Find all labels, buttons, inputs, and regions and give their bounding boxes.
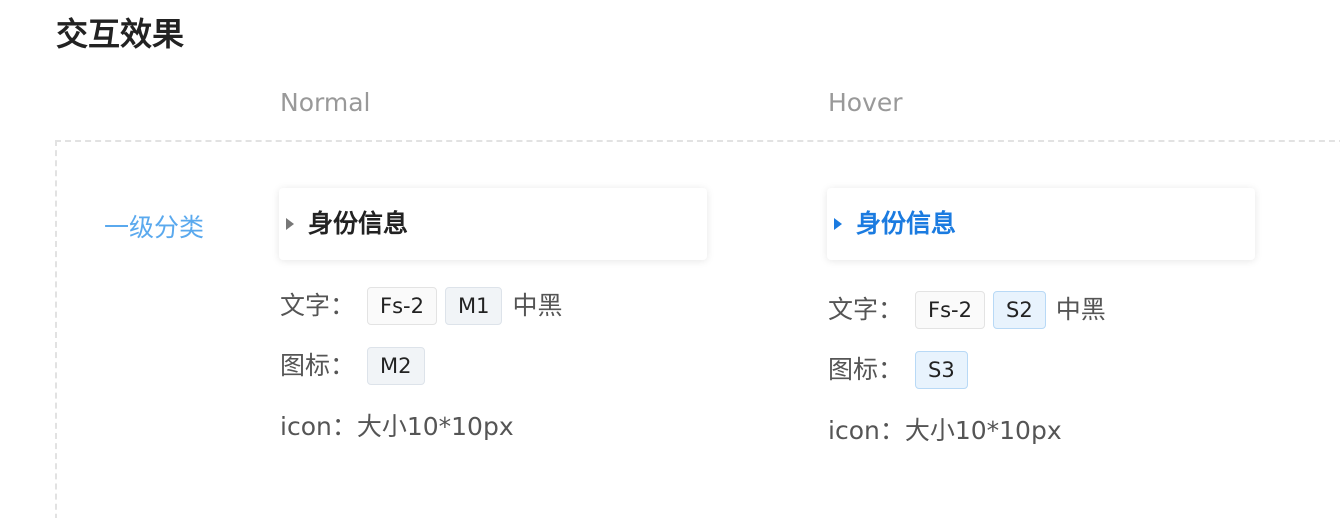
section-title: 交互效果: [56, 15, 185, 53]
caret-right-icon: [834, 218, 842, 230]
interaction-effects-page: 交互效果 Normal Hover 一级分类 身份信息 文字： Fs-2 M1 …: [0, 0, 1340, 518]
normal-text-spec: 文字： Fs-2 M1 中黑: [280, 287, 562, 325]
font-color-tag: M1: [444, 287, 503, 325]
font-weight-text: 中黑: [512, 291, 563, 320]
column-header-normal: Normal: [280, 88, 371, 117]
font-weight-text: 中黑: [1055, 295, 1106, 324]
font-size-tag: Fs-2: [915, 291, 985, 329]
font-size-tag: Fs-2: [367, 287, 437, 325]
hover-icon-spec: 图标： S3: [828, 351, 976, 389]
font-color-tag: S2: [992, 291, 1046, 329]
icon-spec-label: 图标：: [280, 351, 356, 380]
caret-right-icon: [286, 218, 294, 230]
category-item-label: 身份信息: [856, 209, 957, 238]
icon-spec-label: 图标：: [828, 355, 904, 384]
category-item-normal[interactable]: 身份信息: [279, 188, 707, 260]
category-item-hover[interactable]: 身份信息: [827, 188, 1255, 260]
text-spec-label: 文字：: [280, 291, 356, 320]
category-item-label: 身份信息: [308, 209, 409, 238]
normal-icon-spec: 图标： M2: [280, 347, 433, 385]
hover-icon-size-spec: icon：大小10*10px: [828, 416, 1062, 445]
column-header-hover: Hover: [828, 88, 903, 117]
icon-color-tag: S3: [915, 351, 968, 389]
normal-icon-size-spec: icon：大小10*10px: [280, 412, 514, 441]
icon-color-tag: M2: [367, 347, 425, 385]
row-label-level-one-category: 一级分类: [104, 213, 205, 242]
hover-text-spec: 文字： Fs-2 S2 中黑: [828, 291, 1106, 329]
text-spec-label: 文字：: [828, 295, 904, 324]
